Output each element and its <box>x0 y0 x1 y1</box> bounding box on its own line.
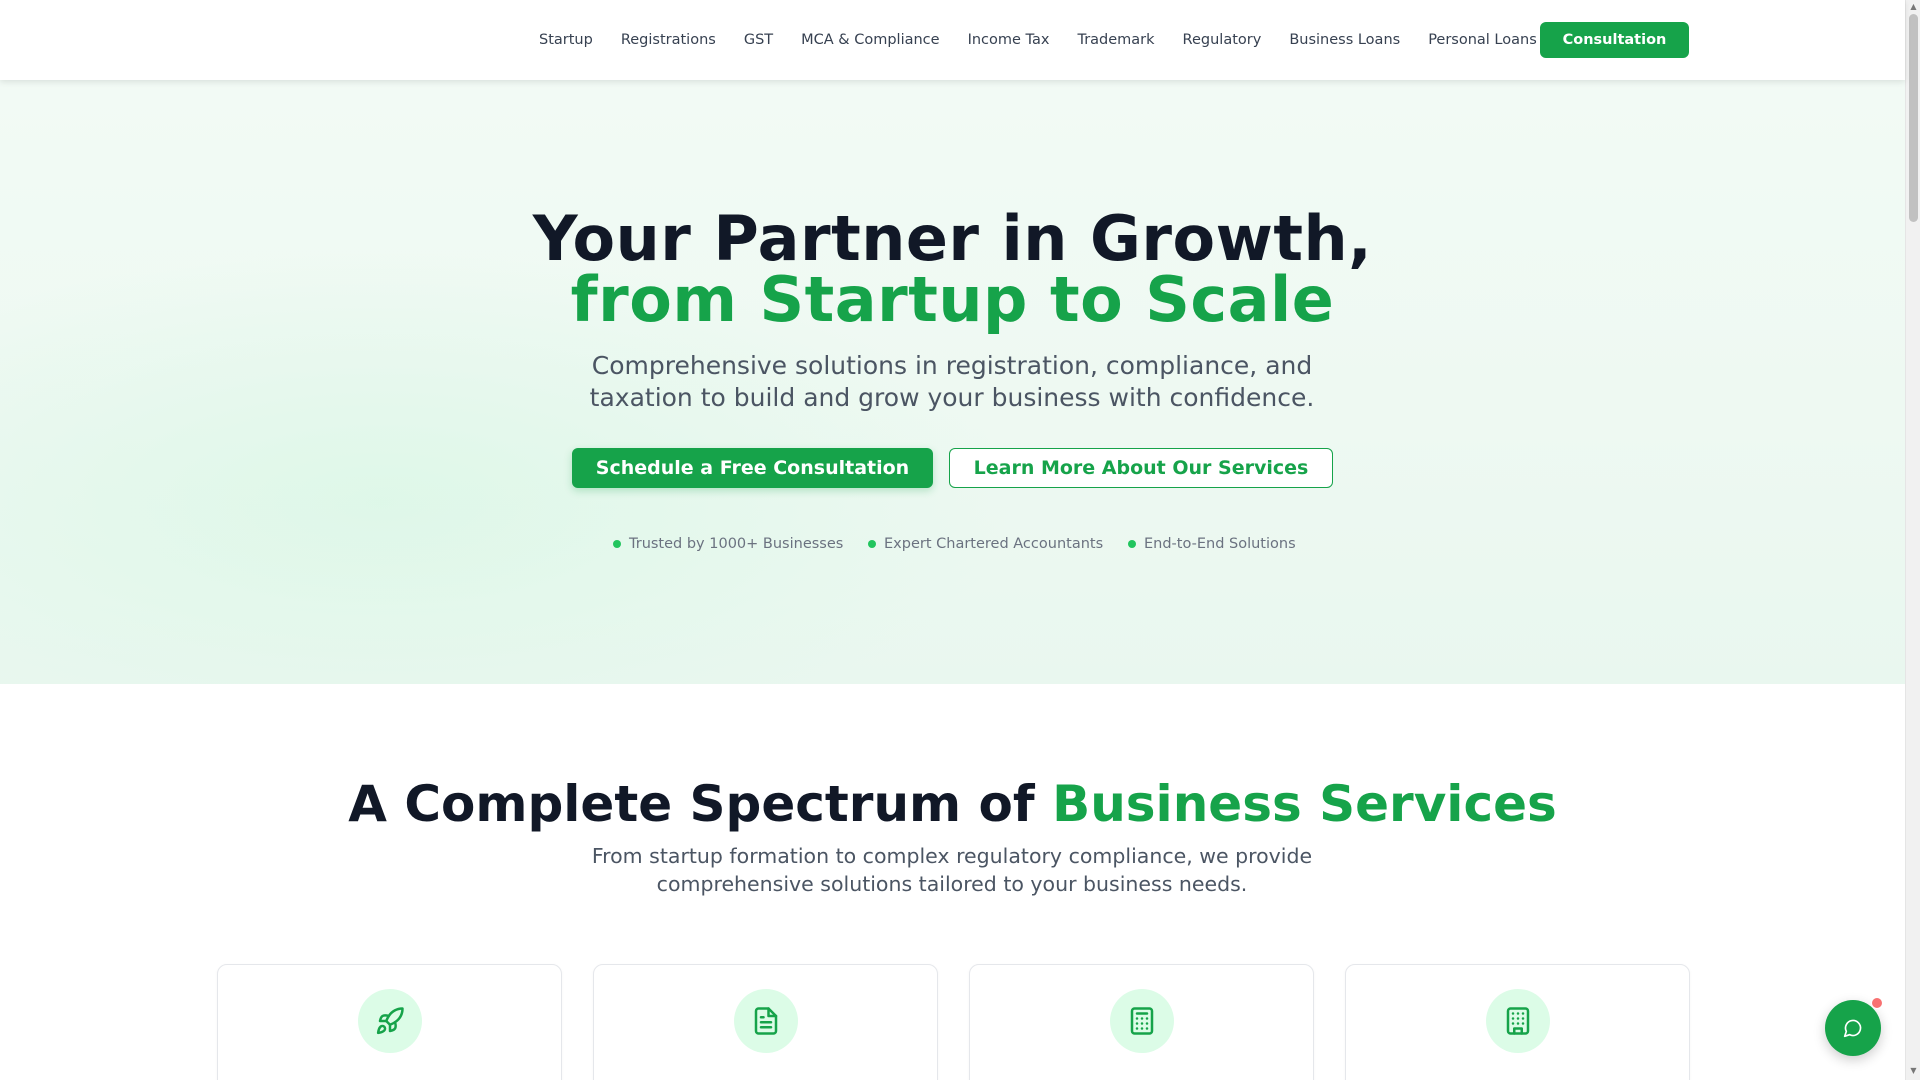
document-icon <box>734 989 798 1053</box>
page-scrollbar[interactable]: ▲ ▼ <box>1905 0 1920 1080</box>
trust-point: End-to-End Solutions <box>1128 536 1296 552</box>
consultation-button[interactable]: Consultation <box>1540 22 1689 58</box>
nav-item-mca-compliance[interactable]: MCA & Compliance <box>801 32 939 48</box>
schedule-consultation-button[interactable]: Schedule a Free Consultation <box>572 448 933 488</box>
scroll-down-arrow-icon[interactable]: ▼ <box>1909 1066 1918 1076</box>
nav-item-trademark[interactable]: Trademark <box>1077 32 1154 48</box>
services-title: A Complete Spectrum of Business Services <box>0 774 1905 834</box>
trust-point: Trusted by 1000+ Businesses <box>613 536 843 552</box>
site-header: Startup Registrations GST MCA & Complian… <box>0 0 1905 80</box>
learn-more-button[interactable]: Learn More About Our Services <box>949 448 1333 488</box>
trust-point-label: Expert Chartered Accountants <box>884 536 1104 552</box>
calculator-icon <box>1110 989 1174 1053</box>
nav-item-income-tax[interactable]: Income Tax <box>968 32 1050 48</box>
trust-point-label: End-to-End Solutions <box>1144 536 1296 552</box>
scroll-up-arrow-icon[interactable]: ▲ <box>1909 2 1918 12</box>
service-card-startup[interactable] <box>217 964 562 1080</box>
bullet-dot-icon <box>1128 540 1136 548</box>
scroll-thumb[interactable] <box>1909 14 1918 222</box>
notification-badge <box>1871 997 1883 1009</box>
nav-item-registrations[interactable]: Registrations <box>621 32 716 48</box>
bullet-dot-icon <box>868 540 876 548</box>
nav-item-startup[interactable]: Startup <box>539 32 593 48</box>
rocket-icon <box>358 989 422 1053</box>
hero-title-line2: from Startup to Scale <box>570 263 1335 336</box>
trust-point-label: Trusted by 1000+ Businesses <box>629 536 844 552</box>
service-card-tax[interactable] <box>969 964 1314 1080</box>
services-title-accent: Business Services <box>1052 775 1557 833</box>
nav-item-gst[interactable]: GST <box>744 32 773 48</box>
message-circle-icon <box>1843 1019 1862 1038</box>
main-nav: Startup Registrations GST MCA & Complian… <box>539 0 1565 80</box>
hero-section: Your Partner in Growth, from Startup to … <box>0 80 1905 684</box>
service-card-corporate[interactable] <box>1345 964 1690 1080</box>
building-icon <box>1486 989 1550 1053</box>
hero-subtitle: Comprehensive solutions in registration,… <box>589 351 1315 412</box>
services-subtitle: From startup formation to complex regula… <box>591 844 1313 896</box>
hero-title-line1: Your Partner in Growth, <box>532 202 1373 275</box>
nav-item-regulatory[interactable]: Regulatory <box>1183 32 1262 48</box>
nav-item-personal-loans[interactable]: Personal Loans <box>1428 32 1537 48</box>
service-card-documents[interactable] <box>593 964 938 1080</box>
chat-button[interactable] <box>1825 1000 1881 1056</box>
bullet-dot-icon <box>613 540 621 548</box>
nav-item-business-loans[interactable]: Business Loans <box>1289 32 1400 48</box>
services-title-plain: A Complete Spectrum of <box>348 775 1035 833</box>
trust-point: Expert Chartered Accountants <box>868 536 1103 552</box>
